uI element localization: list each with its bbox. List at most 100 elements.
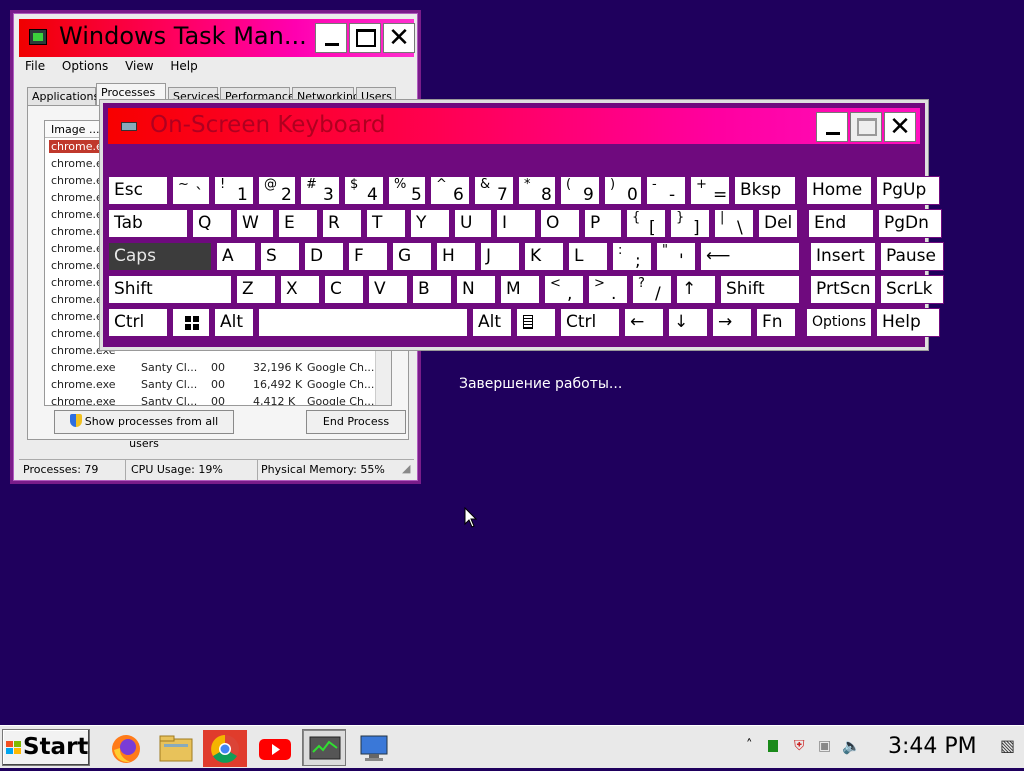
table-row[interactable]: chrome.exe Santy Cl... 00 16,492 K Google Ch… <box>45 376 391 393</box>
key-8[interactable]: * 8 <box>518 176 556 205</box>
key-tilde[interactable]: ~ ` <box>172 176 210 205</box>
tab-applications[interactable]: Applications <box>27 87 99 106</box>
notification-icon[interactable]: ▧ <box>1000 736 1015 755</box>
key-pgup[interactable]: PgUp <box>876 176 940 205</box>
key-del[interactable]: Del <box>758 209 798 238</box>
task-manager-titlebar[interactable]: Windows Task Man... ✕ <box>19 19 415 57</box>
key-x[interactable]: X <box>280 275 320 304</box>
key-rctrl[interactable]: Ctrl <box>560 308 620 337</box>
key-d[interactable]: D <box>304 242 344 271</box>
key-s[interactable]: S <box>260 242 300 271</box>
menu-help[interactable]: Help <box>170 59 197 73</box>
key-equals[interactable]: + = <box>690 176 730 205</box>
key-4[interactable]: $4 <box>344 176 384 205</box>
key-lshift[interactable]: Shift <box>108 275 232 304</box>
key-7[interactable]: & 7 <box>474 176 514 205</box>
key-enter[interactable]: ⟵ <box>700 242 800 271</box>
key-r[interactable]: R <box>322 209 362 238</box>
key-e[interactable]: E <box>278 209 318 238</box>
youtube-icon[interactable] <box>252 729 296 766</box>
key-home[interactable]: Home <box>806 176 872 205</box>
key-quote[interactable]: " ' <box>656 242 696 271</box>
menu-options[interactable]: Options <box>62 59 108 73</box>
task-manager-taskbar-button[interactable] <box>302 729 346 766</box>
key-rshift[interactable]: Shift <box>720 275 800 304</box>
key-help[interactable]: Help <box>876 308 940 337</box>
key-slash[interactable]: ? / <box>632 275 672 304</box>
security-warning-icon[interactable]: ⛨ <box>794 738 805 754</box>
key-2[interactable]: @2 <box>258 176 296 205</box>
key-insert[interactable]: Insert <box>810 242 876 271</box>
key-tab[interactable]: Tab <box>108 209 188 238</box>
menu-file[interactable]: File <box>25 59 45 73</box>
key-left[interactable]: ← <box>624 308 664 337</box>
key-pause[interactable]: Pause <box>880 242 944 271</box>
clock[interactable]: 3:44 PM <box>888 734 977 759</box>
key-rbracket[interactable]: }] <box>670 209 710 238</box>
firefox-icon[interactable] <box>104 729 148 766</box>
key-w[interactable]: W <box>236 209 274 238</box>
key-up[interactable]: ↑ <box>676 275 716 304</box>
osk-close-button[interactable]: ✕ <box>884 112 916 142</box>
maximize-button[interactable] <box>349 23 381 53</box>
key-pgdn[interactable]: PgDn <box>878 209 942 238</box>
key-lbracket[interactable]: {[ <box>626 209 666 238</box>
key-a[interactable]: A <box>216 242 256 271</box>
key-v[interactable]: V <box>368 275 408 304</box>
key-q[interactable]: Q <box>192 209 232 238</box>
table-row[interactable]: chrome.exe Santy Cl... 00 32,196 K Google Ch… <box>45 359 391 376</box>
key-caps[interactable]: Caps <box>108 242 212 271</box>
menu-view[interactable]: View <box>125 59 153 73</box>
key-5[interactable]: % 5 <box>388 176 426 205</box>
close-button[interactable]: ✕ <box>383 23 415 53</box>
key-prtscn[interactable]: PrtScn <box>810 275 876 304</box>
key-0[interactable]: ) 0 <box>604 176 642 205</box>
file-explorer-icon[interactable] <box>153 729 197 766</box>
key-fn[interactable]: Fn <box>756 308 796 337</box>
key-comma[interactable]: <, <box>544 275 584 304</box>
key-lctrl[interactable]: Ctrl <box>108 308 168 337</box>
key-u[interactable]: U <box>454 209 492 238</box>
show-all-processes-button[interactable]: Show processes from all users <box>54 410 234 450</box>
chrome-icon[interactable] <box>202 729 247 767</box>
key-ralt[interactable]: Alt <box>472 308 512 337</box>
key-z[interactable]: Z <box>236 275 276 304</box>
key-win[interactable] <box>172 308 210 337</box>
key-backslash[interactable]: | \ <box>714 209 754 238</box>
key-g[interactable]: G <box>392 242 432 271</box>
key-menu[interactable] <box>516 308 556 337</box>
key-f[interactable]: F <box>348 242 388 271</box>
tray-status-icon[interactable] <box>768 740 778 752</box>
key-scrlk[interactable]: ScrLk <box>880 275 944 304</box>
key-bksp[interactable]: Bksp <box>734 176 796 205</box>
remote-desktop-icon[interactable] <box>352 729 396 766</box>
key-c[interactable]: C <box>324 275 364 304</box>
osk-minimize-button[interactable] <box>816 112 848 142</box>
network-icon[interactable]: ▣ <box>818 738 831 754</box>
key-m[interactable]: M <box>500 275 540 304</box>
table-row[interactable]: chrome.exe Santy Cl... 00 4,412 K Google Ch.… <box>45 393 391 405</box>
osk-titlebar[interactable]: On-Screen Keyboard ✕ <box>108 108 920 144</box>
key-3[interactable]: #3 <box>300 176 340 205</box>
key-minus[interactable]: -- <box>646 176 686 205</box>
key-t[interactable]: T <box>366 209 406 238</box>
key-down[interactable]: ↓ <box>668 308 708 337</box>
volume-icon[interactable]: 🔈 <box>842 737 861 755</box>
minimize-button[interactable] <box>315 23 347 53</box>
key-end[interactable]: End <box>808 209 874 238</box>
start-button[interactable]: Start <box>2 729 90 766</box>
osk-maximize-button[interactable] <box>850 112 882 142</box>
key-semicolon[interactable]: :; <box>612 242 652 271</box>
key-6[interactable]: ^ 6 <box>430 176 470 205</box>
key-y[interactable]: Y <box>410 209 450 238</box>
key-options[interactable]: Options <box>806 308 872 337</box>
key-o[interactable]: O <box>540 209 580 238</box>
key-l[interactable]: L <box>568 242 608 271</box>
key-period[interactable]: >. <box>588 275 628 304</box>
key-right[interactable]: → <box>712 308 752 337</box>
key-9[interactable]: (9 <box>560 176 600 205</box>
tray-expand-icon[interactable]: ˄ <box>746 738 753 753</box>
key-esc[interactable]: Esc <box>108 176 168 205</box>
key-p[interactable]: P <box>584 209 622 238</box>
resize-grip-icon[interactable]: ◢ <box>402 462 410 475</box>
